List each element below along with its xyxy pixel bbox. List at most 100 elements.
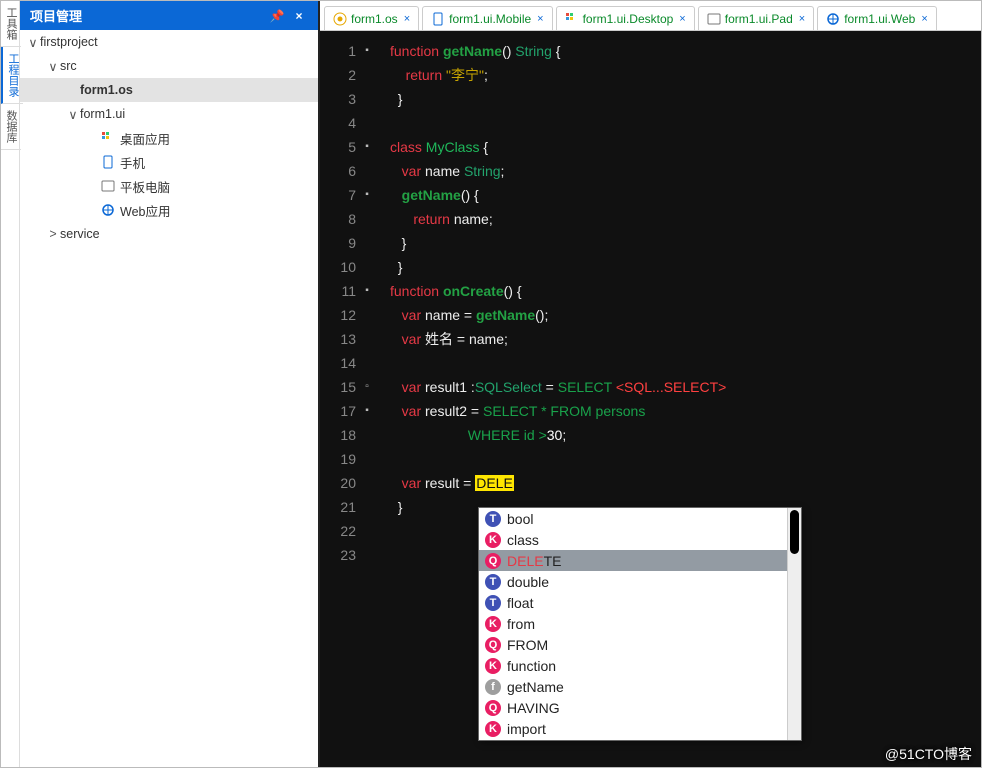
code-line[interactable] [390,111,981,135]
watermark: @51CTO博客 [885,744,972,764]
autocomplete-item[interactable]: Kfrom [479,613,787,634]
tree-twisty-icon[interactable]: ∨ [46,59,60,74]
code-line[interactable]: getName() { [390,183,981,207]
autocomplete-item[interactable]: QHAVING [479,697,787,718]
autocomplete-item[interactable]: Kfunction [479,655,787,676]
autocomplete-item[interactable]: Tdouble [479,571,787,592]
close-icon[interactable]: × [290,9,308,23]
autocomplete-item[interactable]: Kimport [479,718,787,739]
editor-gutter: 1▪2345▪67▪891011▪12131415▫17▪18192021222… [320,31,378,767]
tree-label: 平板电脑 [120,177,170,196]
autocomplete-scrollbar[interactable] [787,508,801,740]
tab-close-icon[interactable]: × [679,13,685,25]
tab-close-icon[interactable]: × [537,13,543,25]
pad-icon [100,178,116,194]
code-line[interactable]: var result2 = SELECT * FROM persons [390,399,981,423]
line-number: 5▪ [320,135,372,159]
tree-row[interactable]: ∨form1.ui [20,102,318,126]
code-line[interactable] [390,447,981,471]
line-number: 6 [320,159,372,183]
tab-label: form1.ui.Mobile [449,12,531,26]
code-line[interactable]: return "李宁"; [390,63,981,87]
fold-icon[interactable]: ▪ [362,399,372,423]
tool-tab[interactable]: 数据库 [1,104,21,150]
project-tree[interactable]: ∨firstproject∨srcform1.os∨form1.ui桌面应用手机… [20,30,318,767]
mobile-icon [431,12,445,26]
code-editor[interactable]: 1▪2345▪67▪891011▪12131415▫17▪18192021222… [320,31,981,767]
autocomplete-label: import [507,717,546,741]
editor-tab[interactable]: form1.ui.Mobile × [422,6,552,30]
tree-row[interactable]: ∨firstproject [20,30,318,54]
type-badge-icon: Q [485,637,501,653]
autocomplete-list[interactable]: TboolKclassQDELETETdoubleTfloatKfromQFRO… [479,508,787,740]
editor-tab[interactable]: form1.ui.Desktop× [556,6,695,30]
code-line[interactable]: WHERE id >30; [390,423,981,447]
fold-icon[interactable]: ▪ [362,39,372,63]
sidebar: 项目管理 📌 × ∨firstproject∨srcform1.os∨form1… [20,1,320,767]
line-number: 21 [320,495,372,519]
tree-row[interactable]: form1.os [20,78,318,102]
editor-tab[interactable]: form1.ui.Web × [817,6,937,30]
autocomplete-item[interactable]: Tbool [479,508,787,529]
line-number: 3 [320,87,372,111]
fold-icon[interactable]: ▪ [362,279,372,303]
tab-label: form1.os [351,12,398,26]
line-number: 12 [320,303,372,327]
tab-close-icon[interactable]: × [799,13,805,25]
code-line[interactable]: var result1 :SQLSelect = SELECT <SQL...S… [390,375,981,399]
mobile-icon [100,154,116,170]
tree-row[interactable]: 平板电脑 [20,174,318,198]
code-line[interactable]: class MyClass { [390,135,981,159]
pin-icon[interactable]: 📌 [268,9,286,23]
tree-twisty-icon[interactable]: ∨ [26,35,40,50]
desktop-icon [565,12,579,26]
tool-tab[interactable]: 工程目录 [1,47,23,104]
type-badge-icon: T [485,511,501,527]
tool-tab[interactable]: 工具箱 [1,1,21,47]
line-number: 18 [320,423,372,447]
tree-row[interactable]: Web应用 [20,198,318,222]
autocomplete-item[interactable]: QFROM [479,634,787,655]
code-line[interactable]: return name; [390,207,981,231]
line-number: 20 [320,471,372,495]
tree-twisty-icon[interactable]: > [46,227,60,241]
line-number: 4 [320,111,372,135]
editor-tab[interactable]: form1.ui.Pad× [698,6,814,30]
tree-row[interactable]: ∨src [20,54,318,78]
tree-label: 桌面应用 [120,129,170,148]
line-number: 17▪ [320,399,372,423]
autocomplete-popup[interactable]: TboolKclassQDELETETdoubleTfloatKfromQFRO… [478,507,802,741]
autocomplete-item[interactable]: QDELETE [479,550,787,571]
code-line[interactable]: var result = DELE [390,471,981,495]
tab-close-icon[interactable]: × [921,13,927,25]
autocomplete-item[interactable]: Tfloat [479,592,787,613]
autocomplete-item[interactable]: fgetName [479,676,787,697]
tree-row[interactable]: 桌面应用 [20,126,318,150]
autocomplete-item[interactable]: Kclass [479,529,787,550]
tree-label: firstproject [40,35,98,49]
fold-icon[interactable]: ▪ [362,135,372,159]
tree-row[interactable]: >service [20,222,318,246]
code-line[interactable]: } [390,231,981,255]
code-line[interactable]: var name String; [390,159,981,183]
tree-twisty-icon[interactable]: ∨ [66,107,80,122]
os-icon [333,12,347,26]
code-line[interactable]: } [390,255,981,279]
fold-icon[interactable]: ▪ [362,183,372,207]
fold-icon[interactable]: ▫ [362,375,372,399]
code-line[interactable]: var 姓名 = name; [390,327,981,351]
code-line[interactable]: } [390,87,981,111]
tree-label: form1.os [80,83,133,97]
editor-tab[interactable]: form1.os × [324,6,419,30]
code-line[interactable]: function getName() String { [390,39,981,63]
code-line[interactable]: var name = getName(); [390,303,981,327]
code-line[interactable]: function onCreate() { [390,279,981,303]
tab-close-icon[interactable]: × [404,13,410,25]
tree-row[interactable]: 手机 [20,150,318,174]
line-number: 15▫ [320,375,372,399]
code-line[interactable] [390,351,981,375]
type-badge-icon: T [485,574,501,590]
tab-label: form1.ui.Web [844,12,915,26]
web-icon [826,12,840,26]
line-number: 11▪ [320,279,372,303]
